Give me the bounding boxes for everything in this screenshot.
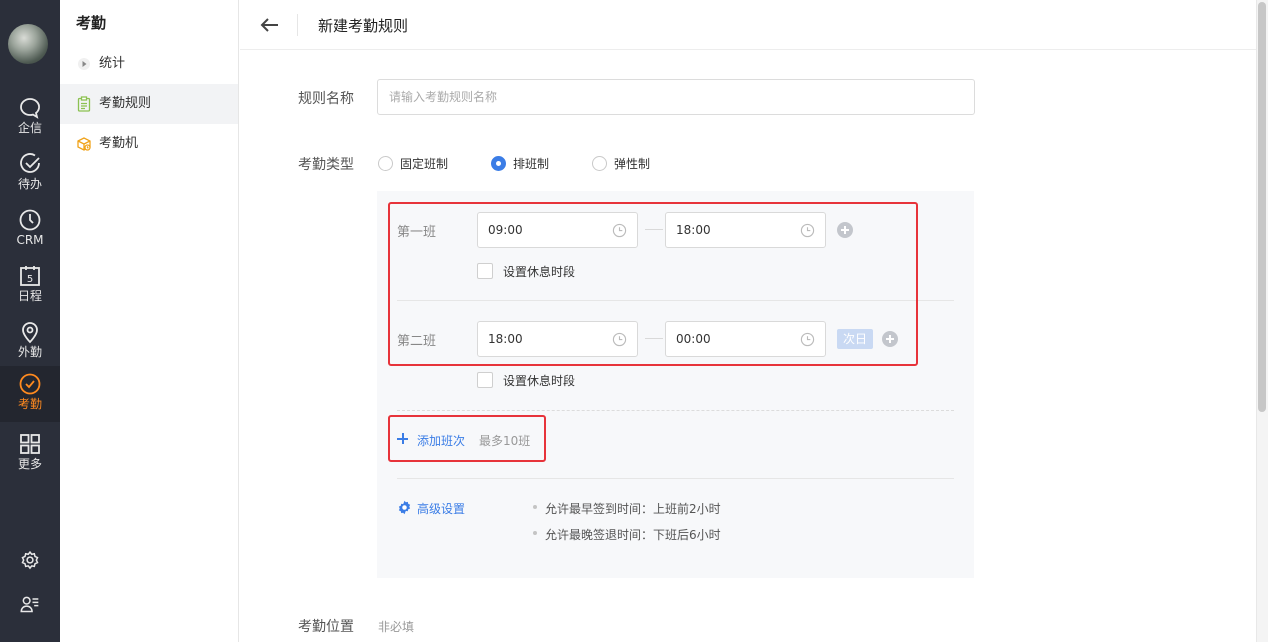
page-header: 新建考勤规则 — [240, 0, 1256, 50]
gear-icon — [398, 500, 411, 515]
rail-label: 考勤 — [17, 397, 42, 411]
radio-circle[interactable] — [592, 156, 607, 171]
rail-item-schedule[interactable]: 5 日程 — [0, 258, 60, 314]
advanced-rule-early-checkin: 允许最早签到时间：上班前2小时 — [545, 502, 721, 516]
chat-bubble-icon — [20, 98, 40, 119]
attendance-machine-icon — [77, 137, 91, 151]
radio-label: 弹性制 — [614, 157, 651, 171]
rail-label: CRM — [16, 233, 44, 247]
bullet-dot — [533, 505, 537, 509]
sidebar-item-stats[interactable]: 统计 — [60, 44, 238, 84]
rail-item-todo[interactable]: 待办 — [0, 146, 60, 202]
clipboard-icon — [77, 96, 91, 112]
radio-fixed-shift[interactable]: 固定班制 — [378, 155, 458, 171]
rail-item-crm[interactable]: CRM — [0, 202, 60, 258]
calendar-icon: 5 — [20, 266, 40, 286]
highlight-add-shift-box — [388, 415, 546, 462]
attendance-type-label: 考勤类型 — [298, 157, 354, 173]
caret-right-icon — [78, 58, 90, 70]
advanced-settings-label[interactable]: 高级设置 — [417, 500, 465, 517]
rule-name-label: 规则名称 — [298, 91, 354, 107]
rail-label: 更多 — [17, 457, 42, 471]
advanced-rule-late-checkout: 允许最晚签退时间：下班后6小时 — [545, 528, 721, 542]
rail-label: 外勤 — [17, 345, 42, 359]
radio-circle-selected[interactable] — [491, 156, 506, 171]
radio-label: 排班制 — [513, 157, 550, 171]
sidebar-item-label: 考勤机 — [99, 136, 139, 151]
user-list-icon — [20, 596, 39, 613]
rule-name-input[interactable] — [377, 79, 975, 115]
bullet-dot — [533, 531, 537, 535]
sidebar-item-label: 统计 — [99, 56, 126, 71]
dashed-divider — [397, 410, 954, 411]
scrollbar-thumb[interactable] — [1258, 2, 1266, 412]
sidebar-item-label: 考勤规则 — [99, 96, 152, 111]
rail-item-more[interactable]: 更多 — [0, 426, 60, 482]
highlight-shifts-box — [388, 202, 918, 366]
rail-label: 企信 — [17, 121, 42, 135]
calendar-day-text: 5 — [27, 274, 33, 285]
check-circle-icon — [20, 153, 40, 173]
radio-flexible-shift[interactable]: 弹性制 — [592, 155, 662, 171]
secondary-sidebar: 考勤 统计 考勤规则 考勤机 — [60, 0, 239, 642]
settings-button[interactable] — [0, 540, 60, 580]
location-pin-icon — [22, 322, 38, 344]
location-optional-hint: 非必填 — [378, 620, 415, 634]
radio-circle[interactable] — [378, 156, 393, 171]
radio-scheduled-shift[interactable]: 排班制 — [491, 155, 561, 171]
clock-icon — [19, 209, 41, 231]
section-divider — [397, 478, 954, 479]
radio-label: 固定班制 — [400, 157, 449, 171]
rail-item-chat[interactable]: 企信 — [0, 90, 60, 146]
attendance-check-icon — [19, 373, 41, 395]
rail-item-attendance[interactable]: 考勤 — [0, 366, 60, 422]
rail-label: 待办 — [17, 177, 42, 191]
page-title: 新建考勤规则 — [318, 17, 409, 35]
shift-2-rest-checkbox[interactable] — [477, 372, 493, 388]
app-rail: 企信 待办 CRM 5 日程 外勤 考勤 更多 — [0, 0, 60, 642]
sidebar-item-attendance-machine[interactable]: 考勤机 — [60, 124, 238, 164]
header-divider — [297, 14, 298, 36]
gear-icon — [21, 550, 39, 570]
rail-label: 日程 — [17, 289, 42, 303]
rest-period-label: 设置休息时段 — [503, 374, 576, 388]
sidebar-item-attendance-rules[interactable]: 考勤规则 — [60, 84, 238, 124]
avatar[interactable] — [8, 24, 48, 64]
location-label: 考勤位置 — [298, 619, 354, 635]
contacts-button[interactable] — [0, 584, 60, 624]
rail-item-field[interactable]: 外勤 — [0, 314, 60, 370]
grid-icon — [20, 434, 40, 454]
back-arrow-icon[interactable] — [258, 14, 280, 36]
sidebar-title: 考勤 — [76, 14, 107, 32]
